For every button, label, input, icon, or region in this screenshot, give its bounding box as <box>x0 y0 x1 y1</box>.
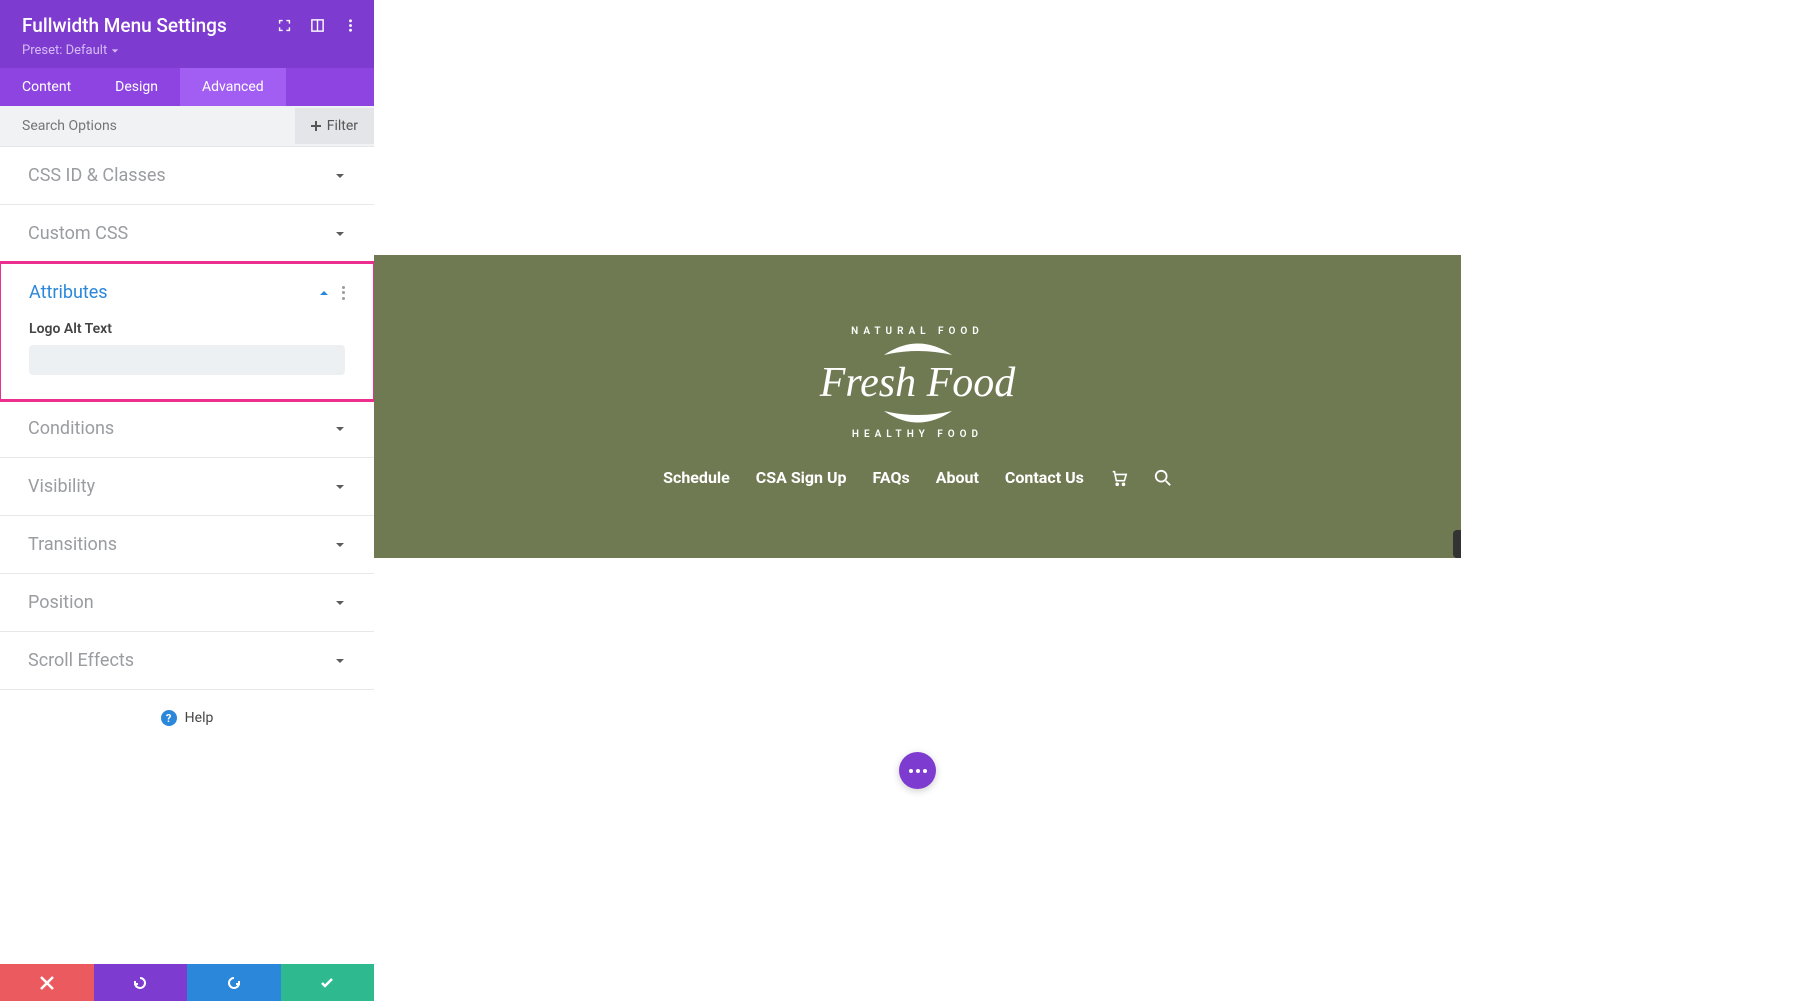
chevron-down-icon <box>334 423 346 435</box>
menu-faqs[interactable]: FAQs <box>873 468 910 487</box>
section-visibility: Visibility <box>0 458 374 516</box>
tab-content[interactable]: Content <box>0 68 93 106</box>
logo: NATURAL FOOD Fresh Food HEALTHY FOOD <box>820 326 1016 440</box>
section-transitions: Transitions <box>0 516 374 574</box>
leaf-bottom-icon <box>879 409 957 429</box>
undo-button[interactable] <box>94 964 188 1001</box>
section-scroll-effects: Scroll Effects <box>0 632 374 690</box>
page-preview: NATURAL FOOD Fresh Food HEALTHY FOOD Sch… <box>374 255 1461 558</box>
search-row: Filter <box>0 106 374 147</box>
tabs: Content Design Advanced <box>0 68 374 106</box>
chevron-down-icon <box>334 170 346 182</box>
menu-csa-signup[interactable]: CSA Sign Up <box>756 468 847 487</box>
search-icon[interactable] <box>1154 469 1172 487</box>
floating-action-button[interactable] <box>899 752 936 789</box>
menu-about[interactable]: About <box>936 468 979 487</box>
save-button[interactable] <box>281 964 375 1001</box>
settings-sidebar: Fullwidth Menu Settings Preset: Default … <box>0 0 374 812</box>
chevron-down-icon <box>334 228 346 240</box>
chevron-down-icon <box>334 481 346 493</box>
tab-design[interactable]: Design <box>93 68 180 106</box>
chevron-down-icon <box>334 655 346 667</box>
sections: CSS ID & Classes Custom CSS Attributes L… <box>0 147 374 812</box>
redo-icon <box>227 976 241 990</box>
chevron-up-icon <box>318 287 330 299</box>
section-custom-css: Custom CSS <box>0 205 374 263</box>
menu-schedule[interactable]: Schedule <box>663 468 730 487</box>
redo-button[interactable] <box>187 964 281 1001</box>
settings-header: Fullwidth Menu Settings Preset: Default <box>0 0 374 68</box>
plus-icon <box>311 121 321 131</box>
menu-contact[interactable]: Contact Us <box>1005 468 1084 487</box>
check-icon <box>320 976 334 990</box>
expand-icon[interactable] <box>277 18 292 33</box>
more-vertical-icon[interactable] <box>342 286 345 300</box>
leaf-top-icon <box>879 337 957 357</box>
action-bar <box>0 964 374 1001</box>
more-vertical-icon[interactable] <box>343 18 358 33</box>
responsive-icon[interactable] <box>310 18 325 33</box>
search-input[interactable] <box>0 106 295 146</box>
right-blank <box>1461 0 1800 1001</box>
section-css-id-classes: CSS ID & Classes <box>0 147 374 205</box>
preset-selector[interactable]: Preset: Default <box>22 43 119 58</box>
logo-alt-text-label: Logo Alt Text <box>29 321 345 337</box>
close-icon <box>40 976 54 990</box>
edge-handle[interactable] <box>1453 530 1461 558</box>
help-icon: ? <box>161 710 177 726</box>
cart-icon[interactable] <box>1110 469 1128 487</box>
chevron-down-icon <box>334 539 346 551</box>
nav-menu: Schedule CSA Sign Up FAQs About Contact … <box>663 468 1172 487</box>
filter-button[interactable]: Filter <box>295 108 374 144</box>
section-position: Position <box>0 574 374 632</box>
section-conditions: Conditions <box>0 400 374 458</box>
cancel-button[interactable] <box>0 964 94 1001</box>
section-attributes: Attributes Logo Alt Text <box>0 261 374 402</box>
caret-down-icon <box>111 47 119 55</box>
chevron-down-icon <box>334 597 346 609</box>
help-link[interactable]: ? Help <box>0 690 374 746</box>
undo-icon <box>133 976 147 990</box>
tab-advanced[interactable]: Advanced <box>180 68 286 106</box>
logo-alt-text-input[interactable] <box>29 345 345 375</box>
